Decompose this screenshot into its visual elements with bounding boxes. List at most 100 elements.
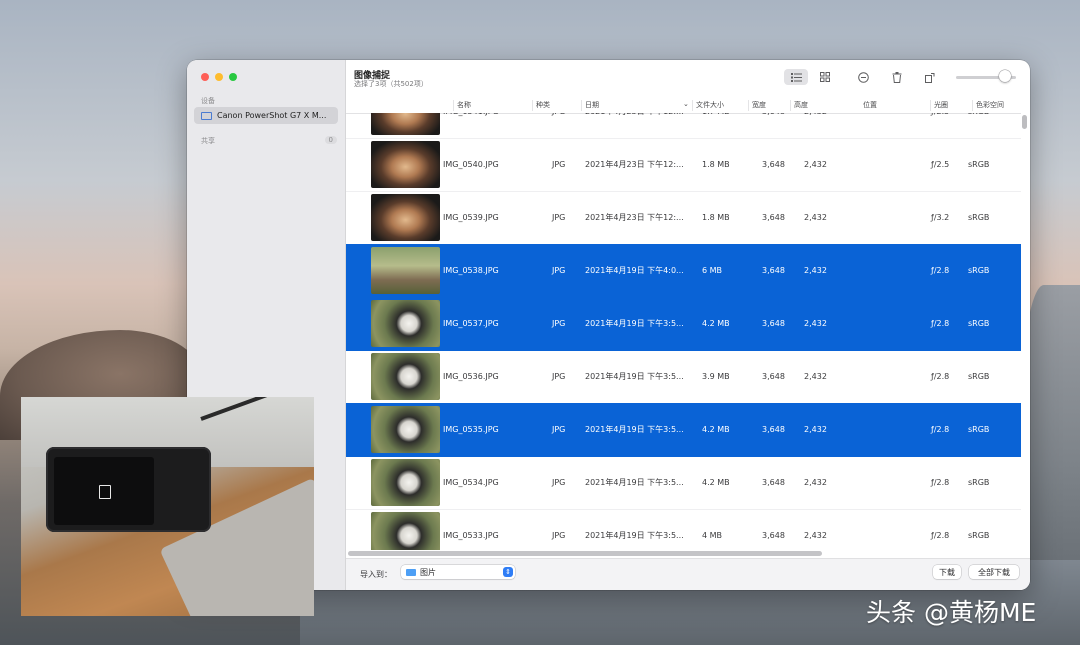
cell-color-space: sRGB	[968, 113, 989, 138]
vertical-scrollbar[interactable]	[1022, 115, 1027, 129]
cell-height: 2,432	[804, 244, 827, 297]
cell-name: IMG_0537.JPG	[443, 297, 499, 350]
printer-icon	[99, 485, 111, 499]
column-header-width[interactable]: 宽度	[748, 100, 766, 111]
table-row[interactable]: IMG_0536.JPGJPG2021年4月19日 下午3:5...3.9 MB…	[346, 350, 1021, 404]
horizontal-scrollbar[interactable]	[348, 551, 822, 556]
import-destination-value: 图片	[420, 567, 436, 578]
cell-kind: JPG	[552, 509, 565, 550]
close-button[interactable]	[201, 73, 209, 81]
cell-width: 3,648	[762, 191, 785, 244]
camera-icon	[201, 112, 212, 120]
cell-size: 4.2 MB	[702, 297, 730, 350]
cell-name: IMG_0538.JPG	[443, 244, 499, 297]
remove-button[interactable]	[851, 69, 875, 85]
cell-width: 3,648	[762, 138, 785, 191]
cell-width: 3,648	[762, 456, 785, 509]
thumbnail-image	[371, 406, 440, 453]
thumbnail-image	[371, 194, 440, 241]
cell-aperture: ƒ/2.5	[931, 138, 949, 191]
cell-name: IMG_0534.JPG	[443, 456, 499, 509]
cell-date: 2021年4月23日 下午12:...	[585, 113, 684, 138]
thumbnail-image	[371, 247, 440, 294]
sort-chevron-icon: ⌄	[680, 100, 689, 111]
cell-date: 2021年4月23日 下午12:...	[585, 138, 684, 191]
column-header-kind[interactable]: 种类	[532, 100, 550, 111]
rotate-button[interactable]	[918, 69, 942, 85]
minimize-button[interactable]	[215, 73, 223, 81]
cell-kind: JPG	[552, 456, 565, 509]
column-header-height[interactable]: 高度	[790, 100, 808, 111]
thumbnail-image	[371, 113, 440, 135]
list-icon	[791, 73, 802, 82]
thumbnail-size-slider-knob[interactable]	[999, 70, 1011, 82]
cell-kind: JPG	[552, 191, 565, 244]
list-view-button[interactable]	[784, 69, 808, 85]
cell-size: 4 MB	[702, 509, 722, 550]
cell-date: 2021年4月19日 下午3:5...	[585, 456, 684, 509]
shared-count-badge: 0	[325, 136, 337, 144]
table-row[interactable]: IMG_0538.JPGJPG2021年4月19日 下午4:0...6 MB3,…	[346, 244, 1021, 298]
cell-color-space: sRGB	[968, 191, 989, 244]
table-row[interactable]: IMG_0533.JPGJPG2021年4月19日 下午3:5...4 MB3,…	[346, 509, 1021, 550]
sidebar-item-label: Canon PowerShot G7 X M...	[217, 111, 326, 120]
import-destination-popup[interactable]: 图片 ⇕	[401, 565, 515, 579]
cell-aperture: ƒ/2.8	[931, 403, 949, 456]
cell-aperture: ƒ/2.8	[931, 244, 949, 297]
cell-aperture: ƒ/3.2	[931, 191, 949, 244]
cell-kind: JPG	[552, 113, 565, 138]
download-all-button[interactable]: 全部下载	[969, 565, 1019, 579]
devices-section-label: 设备	[201, 96, 215, 106]
cell-width: 3,648	[762, 403, 785, 456]
cell-height: 2,432	[804, 350, 827, 403]
column-header-row: 名称 种类 日期 ⌄ 文件大小 宽度 高度 位置 光圈 色彩空间	[346, 97, 1021, 114]
cell-size: 1.8 MB	[702, 138, 730, 191]
grid-view-button[interactable]	[813, 69, 837, 85]
delete-button[interactable]	[885, 69, 909, 85]
sidebar-item-camera[interactable]: Canon PowerShot G7 X M...	[194, 107, 338, 124]
column-header-color-space[interactable]: 色彩空间	[972, 100, 1004, 111]
footer-bar: 导入到： 图片 ⇕ 下载 全部下载	[346, 558, 1030, 590]
thumbnail-image	[371, 512, 440, 550]
cell-aperture: ƒ/2.8	[931, 350, 949, 403]
column-header-size[interactable]: 文件大小	[692, 100, 724, 111]
table-row[interactable]: IMG_0539.JPG JPG 2021年4月23日 下午12:... 1.8 MB…	[346, 191, 1021, 245]
cell-size: 6 MB	[702, 244, 722, 297]
grid-icon	[820, 72, 830, 82]
cell-color-space: sRGB	[968, 138, 989, 191]
cell-color-space: sRGB	[968, 456, 989, 509]
column-header-name[interactable]: 名称	[453, 100, 471, 111]
cell-kind: JPG	[552, 350, 565, 403]
cell-name: IMG_0533.JPG	[443, 509, 499, 550]
cell-name: IMG_0535.JPG	[443, 403, 499, 456]
cell-kind: JPG	[552, 244, 565, 297]
table-row[interactable]: IMG_0540.JPGJPG2021年4月23日 下午12:...1.8 MB…	[346, 138, 1021, 192]
zoom-button[interactable]	[229, 73, 237, 81]
cell-color-space: sRGB	[968, 244, 989, 297]
thumbnail-image	[371, 353, 440, 400]
thumbnail-image	[371, 141, 440, 188]
cell-width: 3,648	[762, 113, 785, 138]
table-row[interactable]: IMG_0537.JPGJPG2021年4月19日 下午3:5...4.2 MB…	[346, 297, 1021, 351]
cell-name: IMG_0539.JPG	[443, 191, 499, 244]
column-header-date[interactable]: 日期	[581, 100, 599, 111]
thumbnail-image	[371, 300, 440, 347]
download-button[interactable]: 下载	[933, 565, 961, 579]
table-row[interactable]: IMG_0534.JPGJPG2021年4月19日 下午3:5...4.2 MB…	[346, 456, 1021, 510]
cell-aperture: ƒ/2.8	[931, 509, 949, 550]
cell-width: 3,648	[762, 350, 785, 403]
column-header-aperture[interactable]: 光圈	[930, 100, 948, 111]
table-row[interactable]: IMG_0541.JPGJPG2021年4月23日 下午12:...1.7 MB…	[346, 113, 1021, 139]
popup-chevron-icon: ⇕	[503, 567, 513, 577]
cell-color-space: sRGB	[968, 297, 989, 350]
cell-kind: JPG	[552, 403, 565, 456]
selection-status: 选择了3项（共502项）	[354, 79, 428, 89]
cell-size: 4.2 MB	[702, 403, 730, 456]
table-row[interactable]: IMG_0535.JPGJPG2021年4月19日 下午3:5...4.2 MB…	[346, 403, 1021, 457]
trash-icon	[892, 72, 902, 83]
column-header-location[interactable]: 位置	[860, 100, 877, 111]
cell-color-space: sRGB	[968, 350, 989, 403]
cell-size: 1.8 MB	[702, 191, 730, 244]
cell-date: 2021年4月23日 下午12:...	[585, 191, 684, 244]
cell-height: 2,432	[804, 403, 827, 456]
